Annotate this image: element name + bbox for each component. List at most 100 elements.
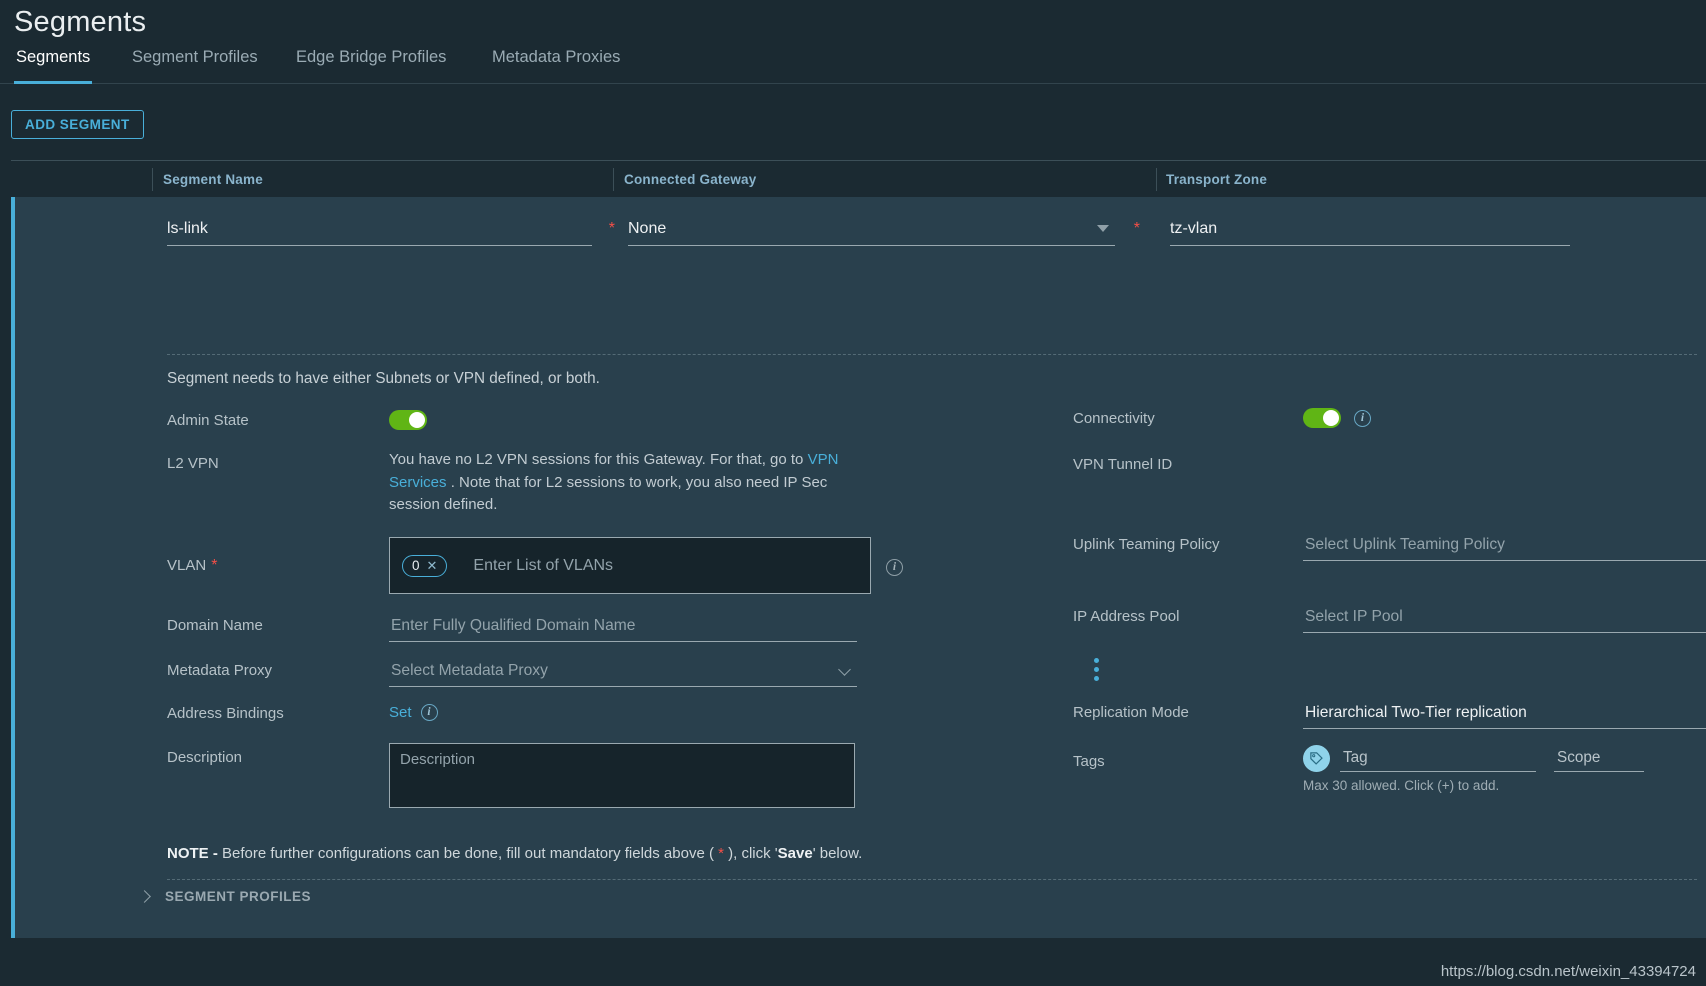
section-divider-top — [167, 354, 1697, 355]
vlan-label-text: VLAN — [167, 557, 207, 574]
domain-name-input[interactable]: Enter Fully Qualified Domain Name — [389, 611, 857, 642]
vpn-tunnel-id-row: VPN Tunnel ID — [1073, 451, 1706, 530]
segment-name-input[interactable]: ls-link — [167, 212, 592, 246]
description-textarea[interactable]: Description — [389, 743, 855, 808]
vlan-input[interactable]: 0 ✕ Enter List of VLANs — [389, 537, 871, 594]
ip-address-pool-field-wrap: Select IP Pool — [1303, 602, 1706, 633]
chevron-down-icon — [838, 663, 851, 676]
tab-metadata-proxies[interactable]: Metadata Proxies — [490, 48, 622, 83]
metadata-proxy-field-wrap: Select Metadata Proxy — [389, 656, 1099, 687]
ip-address-pool-select[interactable]: Select IP Pool — [1303, 602, 1706, 633]
address-bindings-label: Address Bindings — [167, 705, 284, 722]
tab-bar: Segments Segment Profiles Edge Bridge Pr… — [0, 48, 1706, 84]
connectivity-info-icon[interactable]: i — [1354, 409, 1371, 427]
connectivity-row: Connectivity i — [1073, 405, 1706, 451]
vlan-label: VLAN * — [167, 557, 217, 574]
address-bindings-set-link[interactable]: Set — [389, 704, 412, 721]
metadata-proxy-select[interactable]: Select Metadata Proxy — [389, 656, 857, 687]
domain-name-field-wrap: Enter Fully Qualified Domain Name — [389, 611, 857, 642]
uplink-teaming-policy-label: Uplink Teaming Policy — [1073, 536, 1220, 553]
uplink-teaming-policy-row: Uplink Teaming Policy Select Uplink Team… — [1073, 530, 1706, 602]
ip-address-pool-row: IP Address Pool Select IP Pool — [1073, 602, 1706, 698]
vlan-info-icon[interactable]: i — [886, 557, 903, 576]
l2vpn-text-part1: You have no L2 VPN sessions for this Gat… — [389, 451, 808, 468]
vlan-chip-label: 0 — [412, 558, 420, 573]
segment-name-field-wrap: ls-link * — [167, 212, 615, 246]
connected-gateway-select[interactable]: None — [628, 212, 1115, 246]
vpn-tunnel-id-label: VPN Tunnel ID — [1073, 456, 1173, 473]
domain-name-label: Domain Name — [167, 617, 263, 634]
description-label: Description — [167, 749, 243, 766]
replication-mode-field-wrap: Hierarchical Two-Tier replication — [1303, 698, 1706, 729]
chevron-right-icon — [138, 890, 151, 903]
segments-grid: Segment Name Connected Gateway Transport… — [11, 160, 1706, 198]
chevron-down-icon — [1097, 225, 1109, 232]
watermark-url: https://blog.csdn.net/weixin_43394724 — [1440, 963, 1696, 980]
note-save-word: Save — [777, 845, 813, 862]
replication-mode-label: Replication Mode — [1073, 704, 1189, 721]
description-row: Description Description — [167, 743, 887, 813]
l2vpn-text-part2: . Note that for L2 sessions to work, you… — [389, 473, 828, 514]
grid-header-row: Segment Name Connected Gateway Transport… — [11, 161, 1706, 198]
connected-gateway-value: None — [628, 219, 667, 237]
tags-label: Tags — [1073, 753, 1105, 770]
tab-segments[interactable]: Segments — [14, 48, 93, 84]
tags-help-text: Max 30 allowed. Click (+) to add. — [1303, 778, 1500, 793]
right-form-column: Connectivity i VPN Tunnel ID Uplink Team… — [1073, 405, 1706, 805]
segment-edit-row: ls-link * None * tz-vlan Segment needs t… — [11, 197, 1706, 938]
ip-address-pool-label: IP Address Pool — [1073, 608, 1180, 625]
segment-name-required-asterisk: * — [608, 220, 615, 237]
tag-input[interactable]: Tag — [1340, 745, 1536, 772]
segment-profiles-label: SEGMENT PROFILES — [165, 889, 312, 904]
note-text-1: Before further configurations can be don… — [222, 845, 719, 862]
tab-segment-profiles[interactable]: Segment Profiles — [130, 48, 260, 83]
domain-name-row: Domain Name Enter Fully Qualified Domain… — [167, 611, 887, 656]
segment-profiles-accordion[interactable]: SEGMENT PROFILES — [138, 889, 312, 904]
metadata-proxy-label: Metadata Proxy — [167, 662, 273, 679]
admin-state-toggle[interactable] — [389, 410, 427, 430]
metadata-proxy-row: Metadata Proxy Select Metadata Proxy — [167, 656, 1099, 701]
note-text-2: ), click ' — [723, 845, 778, 862]
note-text-3: ' below. — [812, 845, 863, 862]
l2vpn-description: You have no L2 VPN sessions for this Gat… — [389, 449, 839, 517]
tags-control: Tag Scope — [1303, 745, 1644, 772]
vlan-row: VLAN * 0 ✕ Enter List of VLANs i — [167, 537, 903, 611]
close-icon[interactable]: ✕ — [427, 558, 438, 574]
tag-scope-input[interactable]: Scope — [1554, 745, 1644, 772]
subnet-vpn-hint: Segment needs to have either Subnets or … — [167, 370, 600, 387]
replication-mode-select[interactable]: Hierarchical Two-Tier replication — [1303, 698, 1706, 729]
column-header-connected-gateway[interactable]: Connected Gateway — [624, 161, 756, 198]
page-title: Segments — [14, 6, 147, 38]
l2vpn-label: L2 VPN — [167, 455, 219, 472]
connectivity-control: i — [1303, 408, 1371, 428]
connectivity-toggle[interactable] — [1303, 408, 1341, 428]
tab-edge-bridge-profiles[interactable]: Edge Bridge Profiles — [294, 48, 448, 83]
column-header-segment-name[interactable]: Segment Name — [163, 161, 263, 198]
column-header-transport-zone[interactable]: Transport Zone — [1166, 161, 1267, 198]
address-bindings-control: Set i — [389, 704, 438, 721]
tag-icon — [1303, 745, 1330, 772]
address-bindings-row: Address Bindings Set i — [167, 701, 887, 743]
uplink-teaming-policy-field-wrap: Select Uplink Teaming Policy — [1303, 530, 1706, 561]
connected-gateway-required-asterisk: * — [1133, 220, 1140, 237]
replication-mode-row: Replication Mode Hierarchical Two-Tier r… — [1073, 698, 1706, 745]
vlan-placeholder: Enter List of VLANs — [473, 556, 614, 574]
vlan-chip[interactable]: 0 ✕ — [402, 554, 448, 577]
address-bindings-info-icon[interactable]: i — [420, 704, 438, 721]
l2vpn-row: L2 VPN You have no L2 VPN sessions for t… — [167, 451, 887, 537]
tags-row: Tags Tag Scope Max 30 allowed. Click (+)… — [1073, 745, 1706, 805]
vlan-required-asterisk: * — [211, 557, 218, 574]
add-segment-button[interactable]: ADD SEGMENT — [11, 110, 144, 139]
admin-state-row: Admin State — [167, 407, 887, 451]
transport-zone-input[interactable]: tz-vlan — [1170, 212, 1570, 246]
connectivity-label: Connectivity — [1073, 410, 1155, 427]
uplink-teaming-policy-select[interactable]: Select Uplink Teaming Policy — [1303, 530, 1706, 561]
transport-zone-field-wrap: tz-vlan — [1170, 212, 1570, 246]
metadata-proxy-placeholder: Select Metadata Proxy — [391, 662, 548, 679]
segments-page: Segments Segments Segment Profiles Edge … — [0, 0, 1706, 986]
note-prefix: NOTE - — [167, 845, 222, 862]
left-form-column: Admin State L2 VPN You have no L2 VPN se… — [167, 407, 1099, 813]
admin-state-label: Admin State — [167, 412, 249, 429]
connected-gateway-field-wrap: None * — [628, 212, 1140, 246]
mandatory-fields-note: NOTE - Before further configurations can… — [167, 845, 862, 862]
